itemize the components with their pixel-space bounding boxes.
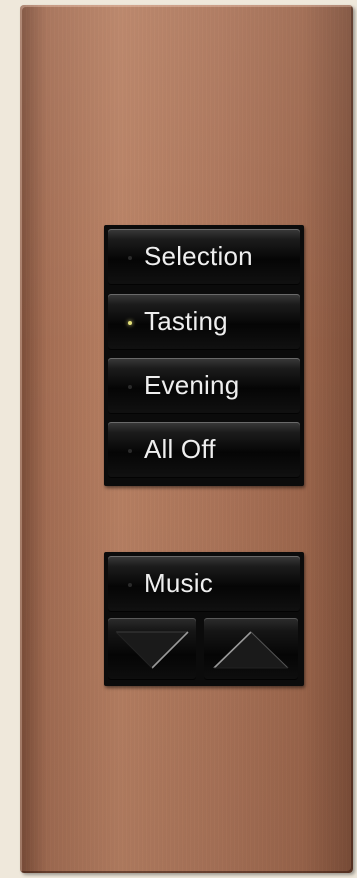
raise-button[interactable]: [204, 618, 298, 680]
status-led: [128, 256, 132, 260]
scene-button-label: Tasting: [144, 306, 228, 336]
status-led: [128, 583, 132, 587]
status-led: [128, 449, 132, 453]
status-led-active: [128, 321, 132, 325]
lower-button[interactable]: [108, 618, 196, 680]
lower-icon: [115, 631, 189, 669]
scene-button-label: Evening: [144, 370, 240, 400]
scene-button-label: Selection: [144, 241, 253, 271]
scene-button-tasting[interactable]: Tasting: [108, 294, 300, 350]
scene-button-evening[interactable]: Evening: [108, 358, 300, 414]
music-button-label: Music: [144, 568, 213, 598]
bronze-faceplate: Selection Tasting Evening All Off Music: [20, 5, 353, 873]
scene-button-label: All Off: [144, 434, 216, 464]
scene-button-all-off[interactable]: All Off: [108, 422, 300, 478]
music-button-group: Music: [104, 552, 304, 686]
status-led: [128, 385, 132, 389]
scene-button-group: Selection Tasting Evening All Off: [104, 225, 304, 486]
scene-button-selection[interactable]: Selection: [108, 229, 300, 285]
raise-icon: [213, 631, 289, 669]
music-button[interactable]: Music: [108, 556, 300, 612]
keypad-view: Selection Tasting Evening All Off Music: [0, 0, 357, 878]
